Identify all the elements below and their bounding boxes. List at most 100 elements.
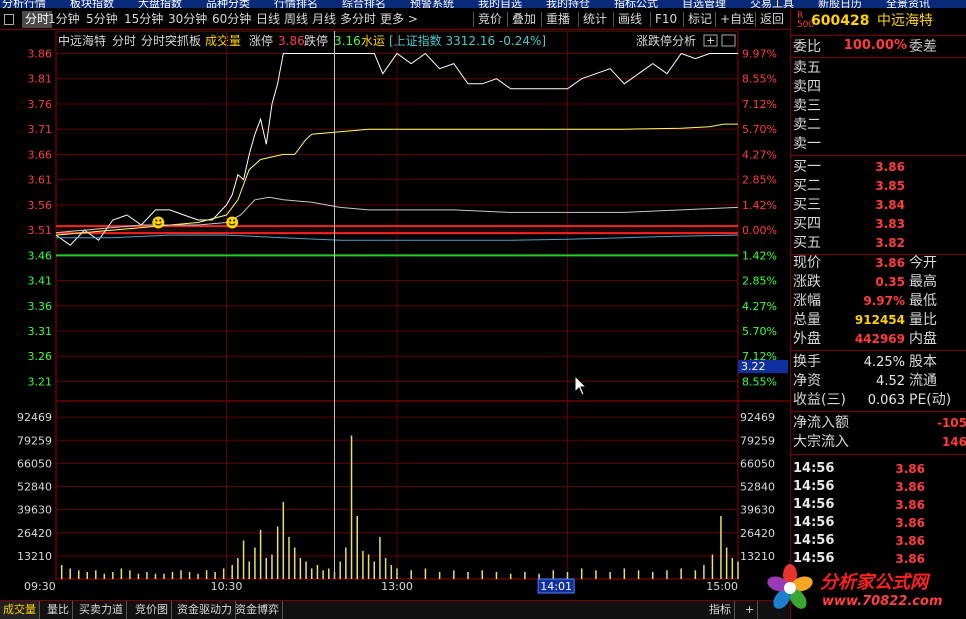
top-menu-item[interactable]: 交易工具	[750, 0, 794, 8]
tick-price: 3.86	[895, 498, 925, 512]
top-menu-item[interactable]: 综合排名	[342, 0, 386, 8]
price-tick-label: 3.36	[28, 300, 53, 313]
period-tab[interactable]: 15分钟	[124, 11, 163, 28]
indicator-tab[interactable]: +	[742, 601, 759, 619]
indicator-tab[interactable]: 指标	[706, 601, 735, 619]
toolbar-action[interactable]: 返回	[760, 11, 784, 28]
toolbar-separator	[683, 12, 684, 27]
cursor-price-label: 3.22	[741, 360, 766, 373]
pct-tick-label: 4.27%	[742, 300, 777, 313]
top-menu-item[interactable]: 我的持仓	[546, 0, 590, 8]
stock-name-label: 中远海特	[58, 33, 106, 48]
period-tab[interactable]: 60分钟	[212, 11, 251, 28]
volume-tick-label-right: 66050	[740, 457, 775, 470]
price-tick-label: 3.81	[28, 73, 53, 86]
period-tab[interactable]: 周线	[284, 11, 308, 28]
stat-value: 442969	[854, 332, 905, 346]
period-tab[interactable]: 月线	[312, 11, 336, 28]
indicator-tab[interactable]: 竞价图	[132, 601, 172, 619]
period-tab[interactable]: 日线	[256, 11, 280, 28]
top-menu-item[interactable]: 自选管理	[682, 0, 726, 8]
weicha-label: 委差	[909, 39, 937, 55]
top-menu-item[interactable]: 我的自选	[478, 0, 522, 8]
indicator-tab[interactable]: 资金驱动力	[174, 601, 236, 619]
limit-analysis-link[interactable]: 涨跌停分析	[636, 33, 696, 48]
stat-label-2: 流通	[909, 373, 937, 389]
toolbar-action[interactable]: 标记	[688, 11, 712, 28]
window-icon[interactable]	[721, 34, 736, 47]
ask-level-label: 卖一	[793, 136, 821, 152]
period-tab[interactable]: 30分钟	[168, 11, 207, 28]
bid-level-label: 买五	[793, 235, 821, 251]
pct-tick-label: 7.12%	[742, 98, 777, 111]
top-menu-item[interactable]: 品种分类	[206, 0, 250, 8]
top-menu-item[interactable]: 分析行情	[2, 0, 46, 8]
stat-label: 总量	[793, 312, 821, 328]
pct-tick-label: 2.85%	[742, 174, 777, 187]
pct-tick-label: 1.42%	[742, 249, 777, 262]
top-menu-item[interactable]: 全景资讯	[886, 0, 930, 8]
tick-time: 14:56	[793, 497, 835, 512]
plus-icon[interactable]: +	[706, 34, 715, 47]
panel-toggle-icon[interactable]	[4, 14, 14, 25]
smiley-signal-icon	[152, 216, 165, 229]
volume-tick-label: 79259	[17, 434, 52, 447]
volume-tick-label: 39630	[17, 504, 52, 517]
toolbar-separator	[650, 12, 651, 27]
ask-level-label: 卖二	[793, 117, 821, 133]
toolbar-action[interactable]: 竞价	[478, 11, 502, 28]
toolbar-separator	[541, 12, 542, 27]
chart-svg[interactable]: 中远海特 分时 分时突抓板 成交量 涨停 3.86 跌停 3.16 水运 [上证指数 3312.1…	[0, 31, 790, 599]
period-tab[interactable]: 1分钟	[48, 11, 80, 28]
stat-value: 912454	[854, 313, 905, 327]
flow-value: -105	[936, 416, 966, 430]
watermark-url: www.70822.com	[822, 594, 943, 609]
top-menu-item[interactable]: 行情排名	[274, 0, 318, 8]
top-menu-item[interactable]: 大盘指数	[138, 0, 182, 8]
tick-price: 3.86	[895, 516, 925, 530]
stat-label-2: 今开	[909, 255, 937, 271]
tick-price: 3.86	[895, 480, 925, 494]
indicator-tab[interactable]: 资金博弈	[232, 601, 283, 619]
indicator-tab[interactable]: 成交量	[0, 601, 40, 619]
intraday-chart[interactable]: 中远海特 分时 分时突抓板 成交量 涨停 3.86 跌停 3.16 水运 [上证指数 3312.1…	[0, 31, 790, 599]
smiley-signal-icon	[226, 216, 239, 229]
toolbar-separator	[473, 12, 474, 27]
tick-price: 3.86	[895, 534, 925, 548]
toolbar-action[interactable]: 叠加	[512, 11, 536, 28]
top-menu-item[interactable]: 板块指数	[70, 0, 114, 8]
indicator-tab[interactable]: 买卖力道	[76, 601, 127, 619]
toolbar-action[interactable]: F10	[655, 11, 677, 28]
flow-value: 146	[941, 435, 966, 449]
period-tab[interactable]: 5分钟	[86, 11, 118, 28]
indicator-tab-bar: 成交量 量比 买卖力道 竞价图 资金驱动力 资金博弈 指标 +	[0, 600, 790, 619]
volume-tick-label: 26420	[17, 527, 52, 540]
pct-tick-label: 1.42%	[742, 199, 777, 212]
toolbar-action[interactable]: +自选	[720, 11, 754, 28]
indicator-tab[interactable]: 量比	[44, 601, 73, 619]
price-tick-label: 3.26	[28, 350, 53, 363]
toolbar-action[interactable]: 重播	[546, 11, 570, 28]
sector-label: 水运	[361, 34, 385, 48]
time-tick-label: 09:30	[24, 580, 56, 593]
period-tab[interactable]: 更多 >	[380, 11, 418, 28]
tick-price: 3.86	[895, 462, 925, 476]
toolbar-action[interactable]: 统计	[583, 11, 607, 28]
stat-label-2: 最高	[909, 274, 937, 290]
stat-value: 9.97%	[863, 294, 905, 308]
top-menu-item[interactable]: 指标公式	[614, 0, 658, 8]
toolbar-action[interactable]: 画线	[618, 11, 642, 28]
stat-value: 4.25%	[863, 355, 905, 370]
stat-label: 涨幅	[793, 293, 821, 309]
divider	[791, 35, 966, 36]
period-tab[interactable]: 多分时	[340, 11, 376, 28]
stat-value: 3.86	[875, 256, 905, 270]
top-menu-item[interactable]: 新股日历	[818, 0, 862, 8]
flow-label: 净流入额	[793, 415, 849, 431]
pct-tick-label: 4.27%	[742, 148, 777, 161]
top-menu-item[interactable]: 预警系统	[410, 0, 454, 8]
bid-price: 3.82	[875, 236, 905, 250]
stat-label: 换手	[793, 354, 821, 370]
pct-tick-label: 8.55%	[742, 375, 777, 388]
pct-tick-label: 5.70%	[742, 325, 777, 338]
